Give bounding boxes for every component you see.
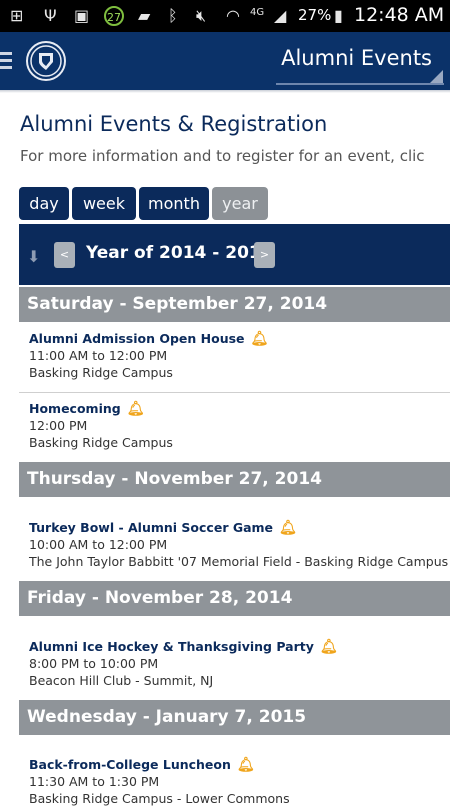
- school-logo[interactable]: [26, 41, 66, 81]
- event-name[interactable]: Back-from-College Luncheon: [29, 757, 231, 772]
- prev-period-button[interactable]: <: [54, 242, 75, 268]
- app-bar-shadow: [0, 90, 450, 93]
- view-day-button[interactable]: day: [19, 187, 69, 220]
- event-time: 12:00 PM: [29, 418, 450, 435]
- bell-icon[interactable]: 🔔︎: [279, 520, 297, 537]
- event-time: 11:00 AM to 12:00 PM: [29, 348, 450, 365]
- flag-icon: ▰: [138, 6, 150, 26]
- event-item[interactable]: Back-from-College Luncheon 🔔︎ 11:30 AM to…: [29, 756, 450, 807]
- day-heading: Saturday - September 27, 2014: [19, 287, 450, 322]
- dropdown-corner-icon[interactable]: [430, 70, 443, 83]
- event-location: Basking Ridge Campus - Lower Commons: [29, 791, 450, 807]
- bell-icon[interactable]: 🔔︎: [251, 331, 269, 348]
- crest-icon: [28, 43, 64, 79]
- image-icon: ▣: [74, 6, 89, 26]
- period-header: ⬇ < Year of 2014 - 2015 >: [19, 224, 450, 285]
- view-month-button[interactable]: month: [139, 187, 209, 220]
- app-bar: Alumni Events: [0, 32, 450, 90]
- bell-icon[interactable]: 🔔︎: [320, 639, 338, 656]
- event-name[interactable]: Alumni Admission Open House: [29, 331, 245, 346]
- event-divider: [19, 392, 450, 393]
- day-heading: Wednesday - January 7, 2015: [19, 700, 450, 735]
- mute-icon: 🔇︎: [196, 6, 206, 26]
- wifi-icon: ◠: [226, 6, 240, 26]
- add-box-icon: ⊞: [10, 6, 23, 26]
- day-heading: Thursday - November 27, 2014: [19, 462, 450, 497]
- bluetooth-icon: ᛒ: [168, 6, 178, 26]
- event-name[interactable]: Turkey Bowl - Alumni Soccer Game: [29, 520, 273, 535]
- app-title[interactable]: Alumni Events: [281, 46, 432, 70]
- event-location: Basking Ridge Campus: [29, 435, 450, 452]
- network-type-label: 4G: [250, 3, 264, 23]
- event-location: The John Taylor Babbitt '07 Memorial Fie…: [29, 554, 450, 571]
- intro-text: For more information and to register for…: [20, 147, 425, 165]
- bell-icon[interactable]: 🔔︎: [237, 757, 255, 774]
- event-location: Beacon Hill Club - Summit, NJ: [29, 673, 450, 690]
- event-time: 8:00 PM to 10:00 PM: [29, 656, 450, 673]
- event-item[interactable]: Alumni Admission Open House 🔔︎ 11:00 AM t…: [29, 330, 450, 381]
- next-period-button[interactable]: >: [254, 242, 275, 268]
- usb-icon: Ψ: [44, 6, 57, 26]
- clock: 12:48 AM: [354, 4, 444, 26]
- event-item[interactable]: Turkey Bowl - Alumni Soccer Game 🔔︎ 10:00…: [29, 519, 450, 570]
- event-item[interactable]: Alumni Ice Hockey & Thanksgiving Party 🔔︎…: [29, 638, 450, 689]
- notification-count-badge: 27: [104, 6, 124, 26]
- period-label: Year of 2014 - 2015: [86, 243, 273, 263]
- signal-icon: ◢: [274, 6, 286, 26]
- view-year-button[interactable]: year: [212, 187, 268, 220]
- menu-icon[interactable]: [0, 52, 12, 70]
- event-location: Basking Ridge Campus: [29, 365, 450, 382]
- bell-icon[interactable]: 🔔︎: [127, 401, 145, 418]
- battery-percent: 27%: [298, 6, 331, 24]
- event-item[interactable]: Homecoming 🔔︎ 12:00 PM Basking Ridge Camp…: [29, 400, 450, 451]
- event-time: 10:00 AM to 12:00 PM: [29, 537, 450, 554]
- day-heading: Friday - November 28, 2014: [19, 581, 450, 616]
- status-bar: ⊞ Ψ ▣ 27 ▰ ᛒ 🔇︎ ◠ 4G ◢ 27% ▮ 12:48 AM: [0, 0, 450, 32]
- event-name[interactable]: Homecoming: [29, 401, 121, 416]
- event-time: 11:30 AM to 1:30 PM: [29, 774, 450, 791]
- arrow-down-icon[interactable]: ⬇: [27, 247, 40, 266]
- page-title: Alumni Events & Registration: [20, 112, 327, 136]
- battery-icon: ▮: [334, 6, 343, 26]
- event-name[interactable]: Alumni Ice Hockey & Thanksgiving Party: [29, 639, 314, 654]
- view-week-button[interactable]: week: [72, 187, 136, 220]
